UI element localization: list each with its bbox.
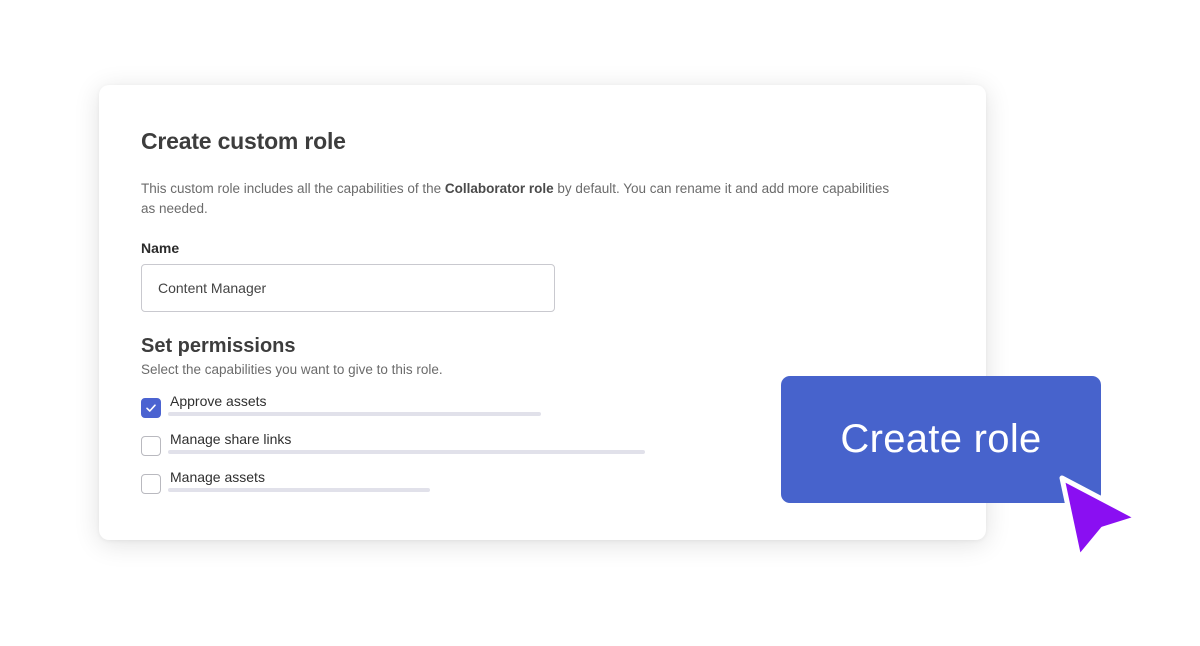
- permissions-description: Select the capabilities you want to give…: [141, 362, 443, 377]
- manage-share-links-checkbox[interactable]: [141, 436, 161, 456]
- permissions-title: Set permissions: [141, 335, 296, 357]
- role-name-input[interactable]: [141, 264, 555, 312]
- check-icon: [146, 404, 156, 412]
- dialog-description: This custom role includes all the capabi…: [141, 179, 901, 219]
- mouse-pointer-icon: [1059, 475, 1141, 561]
- manage-assets-checkbox[interactable]: [141, 474, 161, 494]
- permission-description-placeholder: [168, 450, 645, 454]
- permission-manage-share-links[interactable]: Manage share links: [141, 431, 661, 463]
- dialog-title: Create custom role: [141, 128, 346, 154]
- description-role-name: Collaborator role: [444, 181, 554, 196]
- name-label: Name: [141, 240, 180, 256]
- approve-assets-label: Approve assets: [170, 393, 267, 409]
- permission-manage-assets[interactable]: Manage assets: [141, 469, 661, 501]
- permission-approve-assets[interactable]: Approve assets: [141, 393, 661, 425]
- approve-assets-checkbox[interactable]: [141, 398, 161, 418]
- permission-description-placeholder: [168, 488, 430, 492]
- manage-assets-label: Manage assets: [170, 469, 265, 485]
- manage-share-links-label: Manage share links: [170, 431, 292, 447]
- permission-description-placeholder: [168, 412, 541, 416]
- description-prefix: This custom role includes all the capabi…: [141, 181, 445, 196]
